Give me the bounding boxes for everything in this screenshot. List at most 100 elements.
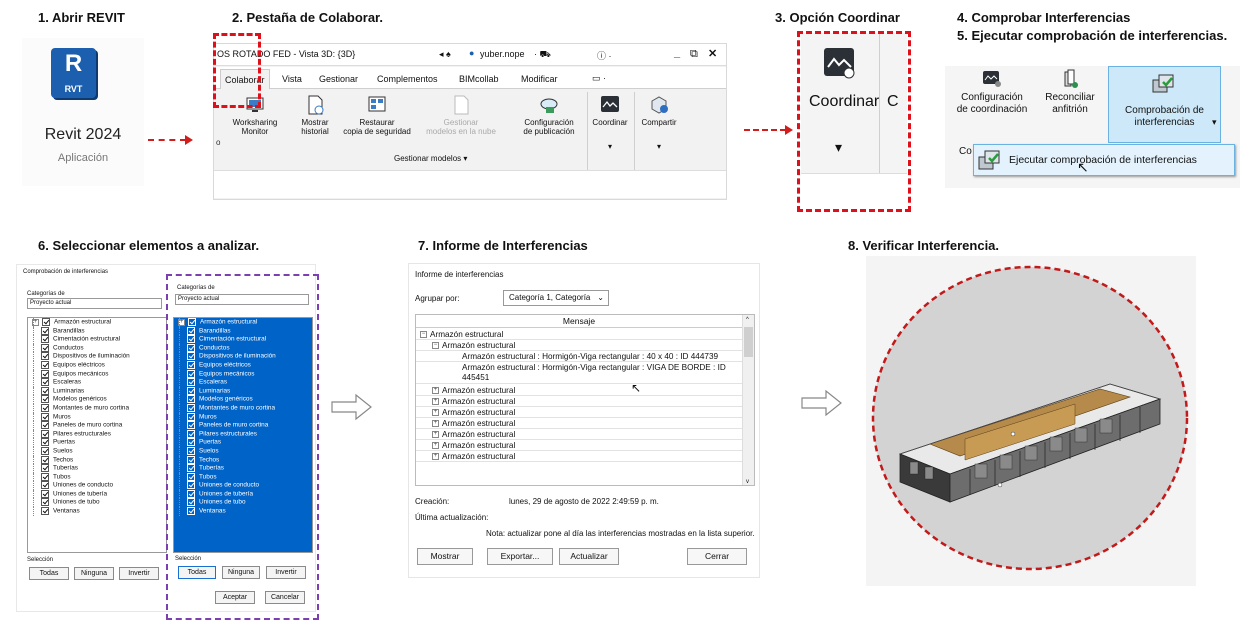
checkbox-checked-icon[interactable] [42, 318, 50, 326]
category-row[interactable]: Puertas [28, 438, 166, 447]
left-todas-button[interactable]: Todas [29, 567, 69, 580]
tree-item-2[interactable]: Armazón estructural : Hormigón-Viga rect… [416, 362, 742, 384]
left-source-select[interactable]: Proyecto actual [27, 298, 162, 309]
chevron-down-icon[interactable]: ▾ [636, 142, 682, 151]
expand-icon[interactable]: + [432, 453, 439, 461]
expand-icon[interactable]: + [432, 420, 439, 428]
group-by-select[interactable]: Categoría 1, Categoría ⌄ [503, 290, 609, 306]
checkbox-checked-icon[interactable] [41, 326, 49, 335]
cerrar-button[interactable]: Cerrar [687, 548, 747, 565]
category-row[interactable]: Luminarias [28, 386, 166, 396]
expand-icon[interactable]: + [432, 387, 439, 395]
checkbox-checked-icon[interactable] [41, 360, 49, 369]
chevron-down-icon[interactable]: ▾ [588, 142, 632, 151]
category-row[interactable]: Muros [28, 412, 166, 422]
tab-extra-icon[interactable]: ▭ · [592, 73, 606, 84]
category-row[interactable]: Equipos eléctricos [28, 360, 166, 370]
configuracion-publicacion-button[interactable]: Configuración de publicación [509, 94, 589, 136]
left-category-list[interactable]: + Armazón estructural Barandillas Cimentaci… [27, 317, 167, 553]
category-row[interactable]: Equipos mecánicos [28, 369, 166, 379]
report-tree[interactable]: Mensaje ^ v − Armazón estructural − Armazó… [415, 314, 755, 486]
checkbox-checked-icon[interactable] [41, 429, 49, 438]
revit-launcher[interactable]: R RVT Revit 2024 Aplicación [22, 38, 144, 186]
compartir-button[interactable]: Compartir ▾ [636, 94, 682, 151]
scrollbar[interactable]: ^ v [742, 315, 754, 485]
category-row[interactable]: Ventanas [28, 507, 166, 516]
tree-root-row[interactable]: − Armazón estructural [416, 329, 742, 340]
exportar-button[interactable]: Exportar... [487, 548, 553, 565]
checkbox-checked-icon[interactable] [41, 481, 49, 490]
restaurar-copia-button[interactable]: Restaurar copia de seguridad [337, 94, 417, 136]
nav-icon[interactable]: ◂ ♠ [439, 49, 451, 60]
checkbox-checked-icon[interactable] [41, 489, 49, 498]
category-row[interactable]: Suelos [28, 446, 166, 456]
mostrar-button[interactable]: Mostrar [417, 548, 473, 565]
tree-item-1[interactable]: Armazón estructural : Hormigón-Viga rect… [416, 351, 742, 362]
checkbox-checked-icon[interactable] [41, 343, 49, 352]
checkbox-checked-icon[interactable] [41, 403, 49, 412]
scroll-thumb[interactable] [744, 327, 753, 357]
tree-collapsed-row[interactable]: + Armazón estructural [416, 429, 742, 440]
checkbox-checked-icon[interactable] [41, 464, 49, 473]
category-row[interactable]: Tubos [28, 472, 166, 482]
chevron-down-icon[interactable]: ▾ [1212, 117, 1217, 128]
configuracion-coordinacion-button[interactable]: Configuración de coordinación [950, 68, 1034, 115]
close-icon[interactable]: ✕ [708, 47, 717, 60]
help-icon[interactable]: ⓘ · [597, 49, 612, 62]
checkbox-checked-icon[interactable] [41, 378, 49, 387]
category-row[interactable]: Uniones de tubo [28, 498, 166, 508]
checkbox-checked-icon[interactable] [41, 472, 49, 481]
checkbox-checked-icon[interactable] [41, 386, 49, 395]
ejecutar-comprobacion-menu-item[interactable]: Ejecutar comprobación de interferencias … [973, 144, 1235, 176]
category-row[interactable]: Barandillas [28, 326, 166, 336]
tree-child-row[interactable]: − Armazón estructural [416, 340, 742, 351]
restore-icon[interactable]: ⧉ [690, 48, 698, 61]
user-name[interactable]: yuber.nope [480, 49, 525, 59]
checkbox-checked-icon[interactable] [41, 369, 49, 378]
checkbox-checked-icon[interactable] [41, 412, 49, 421]
category-row[interactable]: Uniones de tubería [28, 489, 166, 499]
left-invertir-button[interactable]: Invertir [119, 567, 159, 580]
category-row[interactable]: Montantes de muro cortina [28, 403, 166, 413]
category-row[interactable]: Techos [28, 455, 166, 465]
expand-icon[interactable]: + [432, 431, 439, 439]
category-row[interactable]: Pilares estructurales [28, 429, 166, 439]
actualizar-button[interactable]: Actualizar [559, 548, 619, 565]
category-row[interactable]: Modelos genéricos [28, 395, 166, 404]
expand-icon[interactable]: + [432, 398, 439, 406]
cart-icon[interactable]: · ⛟ [534, 49, 551, 61]
tree-collapsed-row[interactable]: + Armazón estructural [416, 385, 742, 396]
tree-collapsed-row[interactable]: + Armazón estructural [416, 418, 742, 429]
reconciliar-anfitrion-button[interactable]: Reconciliar anfitrión [1038, 68, 1102, 115]
gestionar-modelos-group[interactable]: Gestionar modelos ▾ [394, 154, 467, 163]
category-row[interactable]: Paneles de muro cortina [28, 421, 166, 430]
tab-bimcollab[interactable]: BIMcollab [459, 74, 499, 84]
tab-modificar[interactable]: Modificar [521, 74, 558, 84]
tab-complementos[interactable]: Complementos [377, 74, 438, 84]
checkbox-checked-icon[interactable] [41, 455, 49, 464]
coordinar-button[interactable]: Coordinar ▾ [588, 94, 632, 151]
expand-icon[interactable]: + [432, 442, 439, 450]
tab-vista[interactable]: Vista [282, 74, 302, 84]
checkbox-checked-icon[interactable] [41, 507, 49, 516]
gestionar-modelos-nube-button[interactable]: Gestionar modelos en la nube [416, 94, 506, 136]
category-row[interactable]: Escaleras [28, 378, 166, 387]
tree-collapsed-row[interactable]: + Armazón estructural [416, 407, 742, 418]
checkbox-checked-icon[interactable] [41, 335, 49, 344]
category-row[interactable]: Dispositivos de iluminación [28, 352, 166, 361]
category-row[interactable]: Uniones de conducto [28, 481, 166, 490]
category-row[interactable]: + Armazón estructural [28, 318, 166, 327]
category-row[interactable]: Conductos [28, 343, 166, 353]
3d-model-view[interactable] [870, 264, 1190, 572]
category-row[interactable]: Cimentación estructural [28, 335, 166, 344]
checkbox-checked-icon[interactable] [41, 446, 49, 455]
category-row[interactable]: Tuberías [28, 464, 166, 473]
checkbox-checked-icon[interactable] [41, 421, 49, 430]
checkbox-checked-icon[interactable] [41, 438, 49, 447]
tree-collapsed-row[interactable]: + Armazón estructural [416, 451, 742, 462]
checkbox-checked-icon[interactable] [41, 352, 49, 361]
left-ninguna-button[interactable]: Ninguna [74, 567, 114, 580]
tree-collapsed-row[interactable]: + Armazón estructural [416, 396, 742, 407]
tab-gestionar[interactable]: Gestionar [319, 74, 358, 84]
expand-icon[interactable]: + [432, 409, 439, 417]
